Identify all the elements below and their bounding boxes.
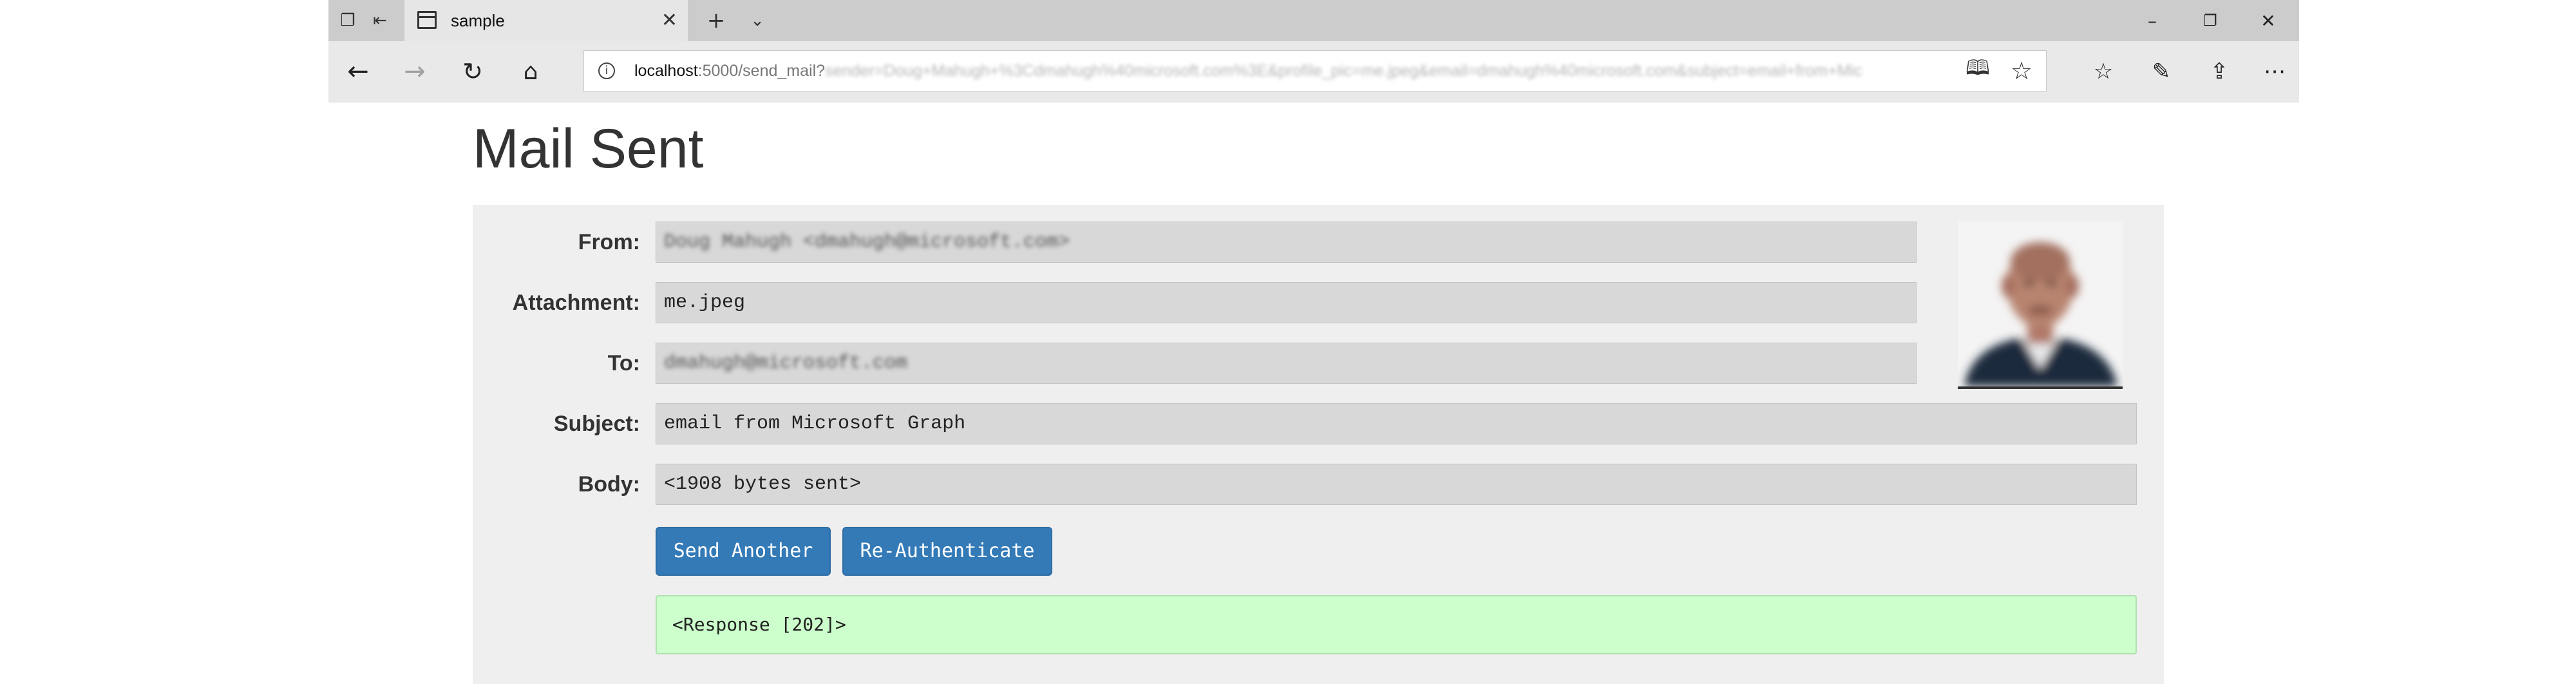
close-window-icon[interactable]: ✕ (2242, 0, 2294, 41)
subject-label: Subject: (553, 412, 640, 436)
page-title: Mail Sent (473, 118, 704, 180)
close-tab-icon[interactable]: ✕ (661, 0, 677, 41)
more-menu-icon[interactable]: ⋯ (2249, 41, 2300, 102)
mail-panel: From: Doug Mahugh <dmahugh@microsoft.com… (473, 205, 2164, 684)
to-value: dmahugh@microsoft.com (664, 352, 908, 374)
favorites-hub-icon[interactable]: ☆ (2078, 41, 2129, 102)
profile-photo (1958, 222, 2123, 389)
minimize-icon[interactable]: – (2126, 0, 2178, 41)
address-bar[interactable]: i localhost:5000/send_mail?sender=Doug+M… (583, 50, 2047, 91)
tab-sample[interactable]: sample ✕ (404, 0, 688, 41)
refresh-icon[interactable]: ↻ (447, 41, 498, 102)
response-status: <Response [202]> (656, 595, 2137, 654)
url-query: sender=Doug+Mahugh+%3Cdmahugh%40microsof… (825, 62, 1862, 80)
tab-strip: ❐ ⇤ sample ✕ + ⌄ – ❐ ✕ (328, 0, 2299, 41)
browser-window: ❐ ⇤ sample ✕ + ⌄ – ❐ ✕ ← → ↻ ⌂ i localho… (328, 0, 2299, 684)
from-field[interactable]: Doug Mahugh <dmahugh@microsoft.com> (656, 222, 1917, 263)
tab-title: sample (451, 11, 505, 30)
from-value: Doug Mahugh <dmahugh@microsoft.com> (664, 231, 1070, 253)
re-authenticate-button[interactable]: Re-Authenticate (842, 527, 1052, 576)
navigation-bar: ← → ↻ ⌂ i localhost:5000/send_mail?sende… (328, 41, 2299, 102)
url-path: :5000/send_mail? (697, 62, 826, 80)
reading-view-icon[interactable]: 🕮 (1958, 51, 1997, 91)
from-label: From: (578, 230, 640, 254)
new-tab-icon[interactable]: + (701, 0, 732, 41)
forward-icon[interactable]: → (389, 41, 440, 102)
home-icon[interactable]: ⌂ (505, 41, 556, 102)
attachment-field[interactable]: me.jpeg (656, 282, 1917, 323)
to-field[interactable]: dmahugh@microsoft.com (656, 343, 1917, 384)
send-another-button[interactable]: Send Another (656, 527, 831, 576)
tab-dropdown-chevron-icon[interactable]: ⌄ (742, 0, 773, 41)
restore-icon[interactable]: ❐ (2184, 0, 2236, 41)
back-icon[interactable]: ← (332, 41, 384, 102)
favorite-star-icon[interactable]: ☆ (2002, 51, 2041, 91)
set-tabs-aside-icon[interactable]: ⇤ (365, 0, 395, 41)
body-field[interactable]: <1908 bytes sent> (656, 464, 2137, 505)
attachment-label: Attachment: (512, 290, 640, 315)
body-label: Body: (578, 472, 640, 497)
site-info-icon[interactable]: i (598, 62, 615, 79)
tab-preview-icon[interactable]: ❐ (332, 0, 363, 41)
page-icon (417, 11, 437, 29)
to-label: To: (607, 351, 640, 375)
web-note-icon[interactable]: ✎ (2136, 41, 2187, 102)
url-host: localhost (634, 62, 698, 80)
profile-photo-image (1958, 222, 2123, 386)
share-icon[interactable]: ⇪ (2193, 41, 2245, 102)
subject-field[interactable]: email from Microsoft Graph (656, 403, 2137, 444)
url-text[interactable]: localhost:5000/send_mail?sender=Doug+Mah… (634, 51, 1909, 91)
